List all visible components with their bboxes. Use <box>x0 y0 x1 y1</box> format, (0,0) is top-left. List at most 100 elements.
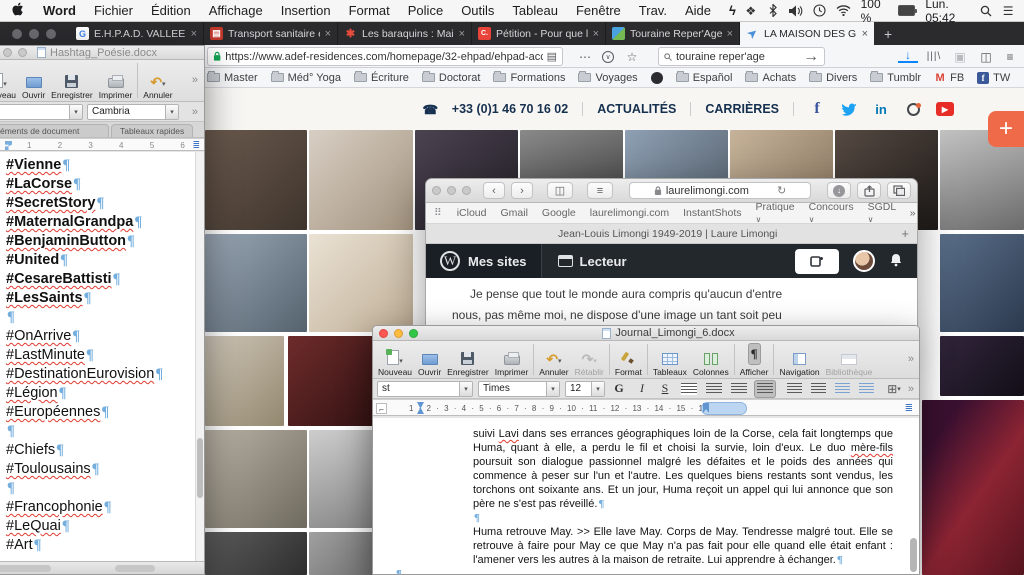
safari-tab-title[interactable]: Jean-Louis Limongi 1949-2019 | Laure Lim… <box>558 228 777 240</box>
close-window-button[interactable] <box>432 186 441 195</box>
align-left-button[interactable] <box>679 381 699 397</box>
bookmark-folder[interactable]: Achats <box>745 72 796 84</box>
outdent-button[interactable] <box>833 381 852 397</box>
sidebar-icon[interactable]: ◫ <box>976 47 996 66</box>
bookmark-folder[interactable]: Méd° Yoga <box>271 72 341 84</box>
bookmark-folder[interactable]: Doctorat <box>422 72 481 84</box>
wp-my-sites[interactable]: W Mes sites <box>426 244 542 278</box>
bookmark-site[interactable] <box>651 72 663 84</box>
minimize-window-button[interactable] <box>394 329 403 338</box>
hashtag-line[interactable]: #SecretStory¶ <box>1 194 204 213</box>
style-combo[interactable]: ▾ <box>0 104 83 120</box>
volume-icon[interactable] <box>789 3 803 18</box>
frequently-visited-icon[interactable]: ⠿ <box>434 207 443 219</box>
hashtag-line[interactable]: #Toulousains¶ <box>1 460 204 479</box>
print-button[interactable]: Imprimer <box>492 341 532 378</box>
indent-marker[interactable] <box>5 141 12 150</box>
close-window-button[interactable] <box>3 48 12 57</box>
favorite-icloud[interactable]: iCloud <box>457 207 487 219</box>
empty-paragraph[interactable]: ¶ <box>395 567 893 574</box>
print-button[interactable]: Imprimer <box>96 60 136 101</box>
spotlight-icon[interactable] <box>980 3 992 18</box>
tab-overview-button[interactable] <box>887 182 911 199</box>
menubar-clock[interactable]: Lun. 05:42 <box>925 0 970 25</box>
open-button[interactable]: Ouvrir <box>415 341 444 378</box>
journal-document-area[interactable]: suivi Lavi dans ses errances géographiqu… <box>373 418 919 574</box>
close-tab-icon[interactable]: × <box>191 28 197 40</box>
columns-button[interactable]: Colonnes <box>690 341 732 378</box>
hashtag-line[interactable]: #DestinationEurovision¶ <box>1 365 204 384</box>
wp-notifications-bell-icon[interactable] <box>889 253 903 270</box>
extension-icon[interactable]: ▣ <box>950 47 970 66</box>
ruler-justify-icon[interactable]: ≣ <box>905 403 913 414</box>
linkedin-icon[interactable]: in <box>872 100 890 118</box>
ribbon-tab-elements[interactable]: éments de document <box>0 124 109 137</box>
close-tab-icon[interactable]: × <box>727 28 733 40</box>
close-window-button[interactable] <box>12 29 22 39</box>
zoom-window-button[interactable] <box>409 329 418 338</box>
search-input[interactable] <box>676 51 799 63</box>
minimize-window-button[interactable] <box>29 29 39 39</box>
downloads-button[interactable]: ↓ <box>827 182 851 199</box>
menu-fichier[interactable]: Fichier <box>85 3 142 18</box>
site-nav-carrieres[interactable]: CARRIÈRES <box>705 102 779 116</box>
journal-titlebar[interactable]: Journal_Limongi_6.docx <box>373 326 919 341</box>
search-bar[interactable]: → <box>658 47 825 66</box>
undo-button[interactable]: ↶▾Annuler <box>140 60 175 101</box>
menu-word[interactable]: Word <box>34 3 85 18</box>
hashtag-line[interactable]: #Francophonie¶ <box>1 498 204 517</box>
safari-titlebar[interactable]: ‹ › ◫ ≡ laurelimongi.com ↻ ↓ <box>426 179 917 203</box>
menu-travail[interactable]: Trav. <box>630 3 676 18</box>
wp-reader[interactable]: Lecteur <box>542 254 643 269</box>
tab-stop-selector[interactable]: ⌐ <box>376 403 387 414</box>
new-document-button[interactable]: ▾Nouveau <box>375 341 415 378</box>
wp-avatar[interactable] <box>853 250 875 272</box>
justify-button[interactable] <box>754 380 776 398</box>
menu-tableau[interactable]: Tableau <box>503 3 567 18</box>
hashtag-line[interactable]: #BenjaminButton¶ <box>1 232 204 251</box>
wp-compose-button[interactable] <box>795 249 839 274</box>
bookmark-folder[interactable]: Tumblr <box>870 72 921 84</box>
menu-hamburger-icon[interactable]: ≡ <box>1000 47 1020 66</box>
favorite-pratique[interactable]: Pratique ∨ <box>756 201 795 225</box>
hashtag-line[interactable]: ¶ <box>1 308 204 327</box>
site-nav-actualites[interactable]: ACTUALITÉS <box>597 102 676 116</box>
bookmark-folder[interactable]: Master <box>207 72 258 84</box>
sidebar-button[interactable]: ◫ <box>547 182 573 199</box>
dropbox-icon[interactable]: ❖ <box>745 3 757 18</box>
minimize-window-button[interactable] <box>447 186 456 195</box>
empty-paragraph[interactable]: ¶ <box>473 511 893 525</box>
share-button[interactable] <box>857 182 881 199</box>
menu-affichage[interactable]: Affichage <box>200 3 272 18</box>
close-tab-icon[interactable]: × <box>593 28 599 40</box>
hashtag-line[interactable]: #LesSaints¶ <box>1 289 204 308</box>
notification-center-icon[interactable]: ☰ <box>1002 3 1014 18</box>
menu-edition[interactable]: Édition <box>142 3 200 18</box>
reader-list-button[interactable]: ≡ <box>587 182 613 199</box>
align-center-button[interactable] <box>704 381 724 397</box>
address-bar[interactable]: ▤ <box>207 47 563 66</box>
numbered-list-button[interactable] <box>785 381 804 397</box>
downloads-icon[interactable]: ↓ <box>898 49 918 63</box>
hashtag-titlebar[interactable]: Hashtag_Poésie.docx <box>0 46 204 60</box>
navigation-button[interactable]: Navigation <box>776 341 822 378</box>
hashtag-line[interactable]: ¶ <box>1 479 204 498</box>
ribbon-tab-quick-tables[interactable]: Tableaux rapides <box>111 124 193 137</box>
minimize-window-button[interactable] <box>18 48 27 57</box>
menu-fenetre[interactable]: Fenêtre <box>567 3 630 18</box>
font-combo[interactable]: Cambria▾ <box>87 104 179 120</box>
favorite-sgdl[interactable]: SGDL ∨ <box>868 201 896 225</box>
menu-aide[interactable]: Aide <box>676 3 720 18</box>
hashtag-line[interactable]: #LeQuai¶ <box>1 517 204 536</box>
close-tab-icon[interactable]: × <box>325 28 331 40</box>
hashtag-line[interactable]: #United¶ <box>1 251 204 270</box>
favorite-google[interactable]: Google <box>542 207 576 219</box>
format-painter-button[interactable]: Format <box>612 341 645 378</box>
favorite-laurelimongi[interactable]: laurelimongi.com <box>590 207 669 219</box>
hashtag-line[interactable]: #OnArrive¶ <box>1 327 204 346</box>
tab-baraquins[interactable]: ✱ Les baraquins : Maison de × <box>338 22 472 45</box>
zoom-window-button[interactable] <box>46 29 56 39</box>
safari-address-field[interactable]: laurelimongi.com ↻ <box>629 182 811 199</box>
hashtag-line[interactable]: ¶ <box>1 422 204 441</box>
favorite-instantshots[interactable]: InstantShots <box>683 207 741 219</box>
